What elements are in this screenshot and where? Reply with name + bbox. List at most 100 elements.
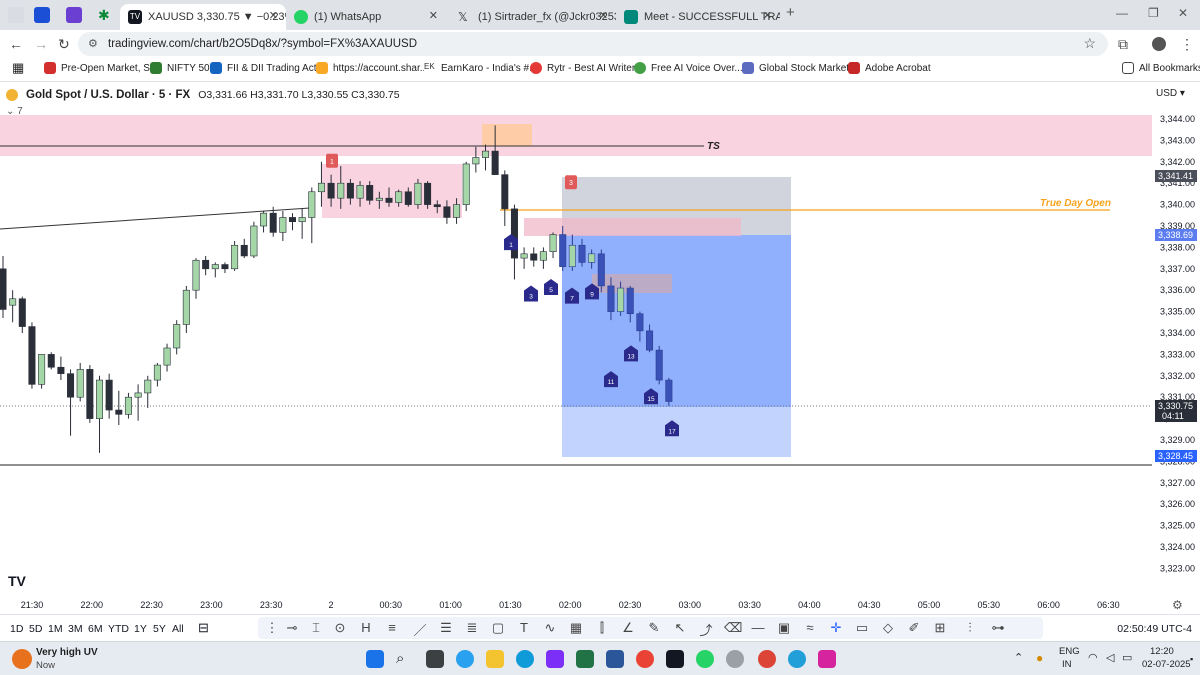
text-tool-icon[interactable]: T	[516, 620, 532, 635]
text-cursor-icon[interactable]: ⌶	[308, 620, 324, 636]
date-range-icon[interactable]: ⊟	[198, 620, 209, 636]
address-bar[interactable]: ⚙ tradingview.com/chart/b2O5Dq8x/?symbol…	[78, 32, 1108, 56]
channel-icon[interactable]: ≡	[384, 620, 400, 635]
notification-icon[interactable]: ▪	[1190, 654, 1193, 664]
close-window-icon[interactable]: ✕	[1178, 6, 1188, 20]
pen-icon[interactable]: ✐	[906, 620, 922, 636]
ellipse-icon[interactable]: ◇	[880, 620, 896, 636]
close-tab-icon[interactable]: ✕	[763, 9, 772, 22]
buy-marker[interactable]: 5	[544, 279, 558, 296]
bookmark-item[interactable]: Global Stock Market...	[742, 62, 857, 74]
tab-meet[interactable]: Meet - SUCCESSFULL TRAD ✕	[616, 4, 780, 30]
back-arrow-icon[interactable]: ←	[9, 36, 23, 52]
site-info-icon[interactable]: ⚙	[88, 37, 98, 50]
range-ytd[interactable]: YTD	[108, 623, 129, 635]
task-view-icon[interactable]	[426, 650, 444, 668]
utc-clock[interactable]: 02:50:49 UTC-4	[1117, 623, 1192, 635]
wifi-icon[interactable]: ◠	[1088, 651, 1098, 664]
target-icon[interactable]: ⊙	[332, 620, 348, 636]
close-tab-icon[interactable]: ✕	[269, 9, 278, 22]
symbol-title[interactable]: Gold Spot / U.S. Dollar · 5 · FX	[26, 89, 190, 101]
bookmark-item[interactable]: FII & DII Trading Act...	[210, 62, 325, 74]
crosshair-icon[interactable]: ✛	[828, 620, 844, 636]
new-tab-icon[interactable]: +	[786, 4, 795, 21]
bookmark-item[interactable]: Rytr - Best AI Writer,...	[530, 62, 646, 74]
tradingview-logo-icon[interactable]: TV	[8, 573, 27, 589]
arrow-icon[interactable]: ↖	[672, 620, 688, 636]
sell-marker[interactable]: 3	[565, 175, 577, 190]
menu-kebab-icon[interactable]: ⋮	[1180, 36, 1194, 53]
measure-icon[interactable]: ≈	[802, 620, 818, 635]
chart-settings-icon[interactable]: ⚙	[1172, 598, 1183, 612]
range-5y[interactable]: 5Y	[153, 623, 166, 635]
ruler-icon[interactable]: ⊶	[990, 620, 1006, 636]
grid-icon[interactable]: ▦	[568, 620, 584, 636]
battery-icon[interactable]: ▭	[1122, 651, 1132, 664]
bookmark-item[interactable]: Pre-Open Market, S...	[44, 62, 158, 74]
currency-selector[interactable]: USD ▾	[1156, 88, 1185, 99]
image-icon[interactable]: ▣	[776, 620, 792, 636]
tray-chevron-icon[interactable]: ⌃	[1014, 651, 1023, 664]
forward-arrow-icon[interactable]: →	[34, 36, 48, 52]
search-icon[interactable]: ⌕	[396, 650, 414, 668]
tradingview-app-icon[interactable]	[666, 650, 684, 668]
tab-whatsapp[interactable]: (1) WhatsApp ✕	[286, 4, 446, 30]
ray-icon[interactable]: —	[750, 620, 766, 635]
excel-icon[interactable]	[576, 650, 594, 668]
range-5d[interactable]: 5D	[29, 623, 42, 635]
range-3m[interactable]: 3M	[68, 623, 83, 635]
range-all[interactable]: All	[172, 623, 184, 635]
tray-app-icon[interactable]: ●	[1036, 651, 1043, 665]
vertical-line-icon[interactable]: ⫶	[962, 620, 978, 636]
layout-icon[interactable]: ⊞	[932, 620, 948, 636]
pinned-tab-c-icon[interactable]	[34, 7, 50, 23]
weather-icon[interactable]	[12, 649, 32, 669]
eraser-icon[interactable]: ⌫	[724, 620, 742, 636]
file-explorer-icon[interactable]	[486, 650, 504, 668]
whatsapp-app-icon[interactable]	[696, 650, 714, 668]
close-tab-icon[interactable]: ✕	[429, 9, 438, 22]
weather-title[interactable]: Very high UV	[36, 647, 98, 658]
brush-icon[interactable]: ✎	[646, 620, 662, 636]
comment-icon[interactable]: ▭	[854, 620, 870, 636]
extensions-icon[interactable]: ⧉	[1118, 36, 1128, 53]
restore-icon[interactable]: ❐	[1148, 6, 1159, 20]
app-icon[interactable]	[726, 650, 744, 668]
pinned-tab-star-icon[interactable]: ✱	[98, 7, 114, 23]
edge-icon[interactable]	[516, 650, 534, 668]
drag-handle-icon[interactable]: ⋮	[264, 620, 280, 636]
range-1m[interactable]: 1M	[48, 623, 63, 635]
range-6m[interactable]: 6M	[88, 623, 103, 635]
apps-grid-icon[interactable]: ▦	[12, 60, 24, 76]
range-1d[interactable]: 1D	[10, 623, 23, 635]
pattern-icon[interactable]: ∿	[542, 620, 558, 636]
fib-grid-icon[interactable]: ≣	[464, 620, 480, 636]
price-chart[interactable]: TS True Day Open 131357911131517 3,344.0…	[0, 104, 1200, 614]
word-icon[interactable]	[606, 650, 624, 668]
start-icon[interactable]	[366, 650, 384, 668]
sell-marker[interactable]: 1	[326, 153, 338, 168]
bookmark-item[interactable]: Free AI Voice Over...	[634, 62, 743, 74]
buy-marker[interactable]: 3	[524, 285, 538, 302]
reload-icon[interactable]: ↻	[58, 36, 70, 53]
rectangle-icon[interactable]: ▢	[490, 620, 506, 636]
volume-icon[interactable]: ◁	[1106, 651, 1114, 664]
fib-icon[interactable]: ☰	[438, 620, 454, 636]
store-icon[interactable]	[546, 650, 564, 668]
chrome-icon[interactable]	[636, 650, 654, 668]
range-1y[interactable]: 1Y	[134, 623, 147, 635]
widgets-icon[interactable]	[456, 650, 474, 668]
bookmark-item[interactable]: EK EarnKaro - India's #...	[424, 62, 537, 74]
telegram-icon[interactable]	[788, 650, 806, 668]
bookmark-star-icon[interactable]: ☆	[1083, 35, 1096, 52]
tab-search-icon[interactable]	[8, 7, 24, 23]
price-axis[interactable]: 3,344.003,343.003,342.003,341.003,340.00…	[1160, 114, 1195, 573]
all-bookmarks[interactable]: All Bookmarks	[1122, 62, 1200, 74]
curve-icon[interactable]: ⤴	[698, 620, 714, 639]
instagram-icon[interactable]	[818, 650, 836, 668]
profile-avatar[interactable]	[1152, 37, 1166, 51]
tab-tradingview[interactable]: TV XAUUSD 3,330.75 ▼ −0.23% M ✕	[120, 4, 286, 30]
h-line-icon[interactable]: H	[358, 620, 374, 635]
gann-icon[interactable]: ∠	[620, 620, 636, 636]
tab-x-twitter[interactable]: 𝕏 (1) Sirtrader_fx (@Jckr032534) / ✕	[450, 4, 616, 30]
